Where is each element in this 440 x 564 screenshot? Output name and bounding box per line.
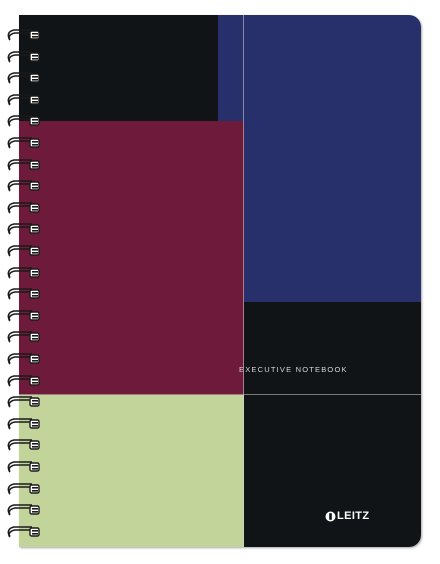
cover-title: EXECUTIVE NOTEBOOK <box>239 365 348 374</box>
divider-line-horizontal <box>19 394 421 395</box>
spiral-ring <box>7 51 40 63</box>
divider-line-vertical <box>243 15 244 547</box>
spiral-ring <box>7 461 40 473</box>
spiral-ring <box>7 223 40 235</box>
spiral-ring <box>7 267 40 279</box>
spiral-ring <box>7 29 40 41</box>
cover-block-black-middle <box>244 302 421 395</box>
spiral-ring <box>7 159 40 171</box>
spiral-ring <box>7 245 40 257</box>
spiral-ring <box>7 331 40 343</box>
spiral-ring <box>7 94 40 106</box>
spiral-ring <box>7 310 40 322</box>
spiral-ring <box>7 396 40 408</box>
spiral-ring <box>7 353 40 365</box>
cover-block-black-bottom <box>244 395 421 547</box>
spiral-ring <box>7 526 40 538</box>
spiral-ring <box>7 418 40 430</box>
notebook-cover <box>19 15 421 547</box>
spiral-ring <box>7 180 40 192</box>
leitz-logo-icon <box>325 511 336 521</box>
spiral-ring <box>7 137 40 149</box>
cover-block-navy <box>244 15 421 302</box>
spiral-binding <box>0 0 46 564</box>
cover-block-navy-strip <box>218 15 244 121</box>
spiral-ring <box>7 115 40 127</box>
spiral-ring <box>7 72 40 84</box>
brand-logo: LEITZ <box>325 509 370 523</box>
spiral-ring <box>7 439 40 451</box>
brand-name: LEITZ <box>337 510 370 522</box>
spiral-ring <box>7 483 40 495</box>
cover-block-black-top <box>19 15 218 121</box>
cover-block-burgundy <box>19 121 244 395</box>
spiral-ring <box>7 202 40 214</box>
cover-block-green <box>19 395 244 547</box>
spiral-ring <box>7 288 40 300</box>
spiral-ring <box>7 504 40 516</box>
spiral-ring <box>7 375 40 387</box>
